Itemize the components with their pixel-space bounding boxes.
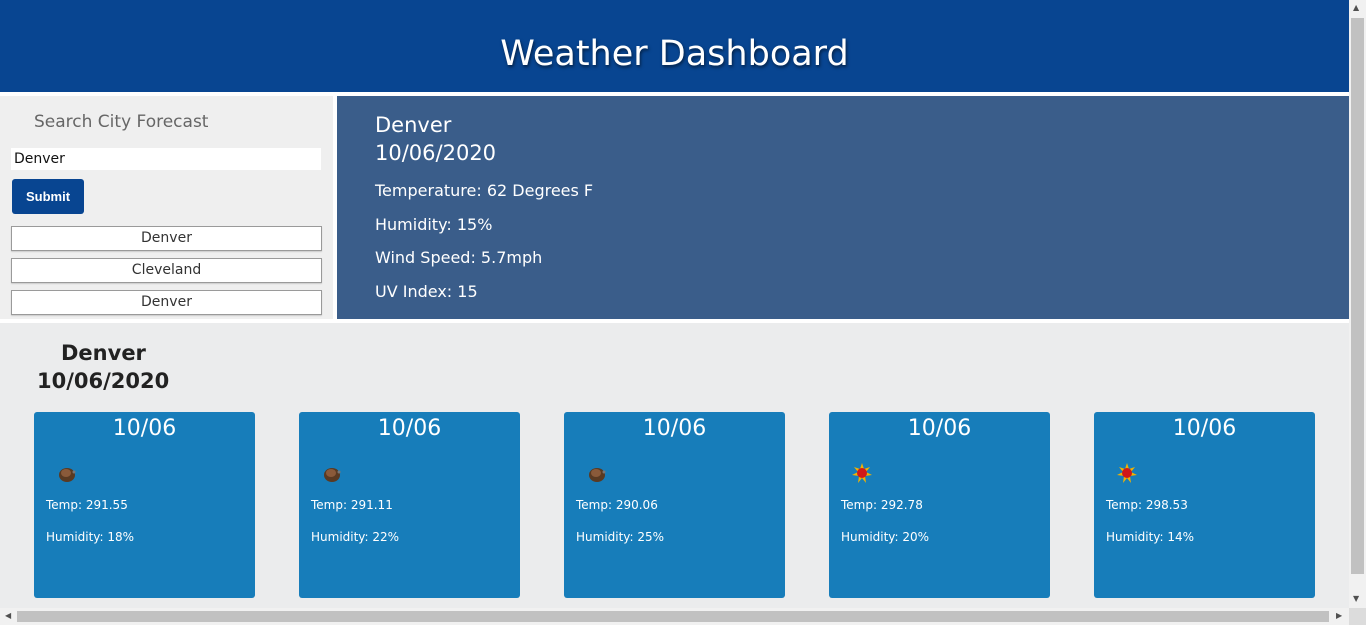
forecast-card: 10/06 Temp: 291.11 Humidity: 22% <box>299 412 520 598</box>
scroll-right-icon[interactable]: ▶ <box>1336 612 1342 620</box>
horizontal-scrollbar[interactable]: ◀ ▶ <box>0 608 1349 625</box>
forecast-card-humidity: Humidity: 22% <box>311 530 400 544</box>
forecast-date: 10/06/2020 <box>37 369 170 393</box>
forecast-card-date: 10/06 <box>907 416 972 441</box>
vertical-scroll-thumb[interactable] <box>1351 18 1364 574</box>
forecast-card-humidity: Humidity: 14% <box>1106 530 1195 544</box>
forecast-card-temp: Temp: 290.06 <box>576 498 658 512</box>
search-panel: Search City Forecast Submit Denver Cleve… <box>0 96 333 319</box>
forecast-city: Denver <box>61 341 146 365</box>
forecast-card: 10/06 Temp: 298.53 Humidity: 14% <box>1094 412 1315 598</box>
scrollbar-corner <box>1349 608 1366 625</box>
forecast-card: 10/06 Temp: 291.55 Humidity: 18% <box>34 412 255 598</box>
history-button-denver-2[interactable]: Denver <box>11 290 322 315</box>
forecast-card-date: 10/06 <box>377 416 442 441</box>
current-wind-speed: Wind Speed: 5.7mph <box>375 248 543 267</box>
cloud-icon <box>324 468 341 482</box>
sun-icon <box>1117 463 1137 483</box>
forecast-card-humidity: Humidity: 20% <box>841 530 930 544</box>
forecast-card: 10/06 Temp: 292.78 Humidity: 20% <box>829 412 1050 598</box>
scroll-left-icon[interactable]: ◀ <box>5 612 11 620</box>
forecast-card-temp: Temp: 292.78 <box>841 498 923 512</box>
sun-icon <box>852 463 872 483</box>
forecast-card-humidity: Humidity: 25% <box>576 530 665 544</box>
current-city: Denver <box>375 113 452 137</box>
forecast-card-date: 10/06 <box>1172 416 1237 441</box>
forecast-card-date: 10/06 <box>112 416 177 441</box>
search-title: Search City Forecast <box>34 112 209 132</box>
forecast-card-temp: Temp: 291.55 <box>46 498 128 512</box>
forecast-card-temp: Temp: 298.53 <box>1106 498 1188 512</box>
forecast-card-humidity: Humidity: 18% <box>46 530 135 544</box>
history-button-cleveland[interactable]: Cleveland <box>11 258 322 283</box>
cloud-icon <box>59 468 76 482</box>
current-uv-index: UV Index: 15 <box>375 282 478 301</box>
current-humidity: Humidity: 15% <box>375 215 493 234</box>
city-search-input[interactable] <box>11 148 321 170</box>
current-temperature: Temperature: 62 Degrees F <box>375 181 594 200</box>
cloud-icon <box>589 468 606 482</box>
forecast-section: Denver 10/06/2020 10/06 Temp: 291.55 Hum… <box>0 323 1349 608</box>
forecast-card-date: 10/06 <box>642 416 707 441</box>
horizontal-scroll-thumb[interactable] <box>17 611 1329 622</box>
forecast-card: 10/06 Temp: 290.06 Humidity: 25% <box>564 412 785 598</box>
app-header: Weather Dashboard <box>0 0 1349 92</box>
submit-button[interactable]: Submit <box>12 179 84 214</box>
scroll-down-icon[interactable]: ▼ <box>1353 595 1359 603</box>
history-button-denver[interactable]: Denver <box>11 226 322 251</box>
scroll-up-icon[interactable]: ▲ <box>1353 4 1359 12</box>
current-date: 10/06/2020 <box>375 141 497 165</box>
current-weather-panel: Denver 10/06/2020 Temperature: 62 Degree… <box>337 96 1349 319</box>
page-title: Weather Dashboard <box>500 34 849 74</box>
vertical-scrollbar[interactable]: ▲ ▼ <box>1349 0 1366 608</box>
forecast-card-temp: Temp: 291.11 <box>311 498 393 512</box>
